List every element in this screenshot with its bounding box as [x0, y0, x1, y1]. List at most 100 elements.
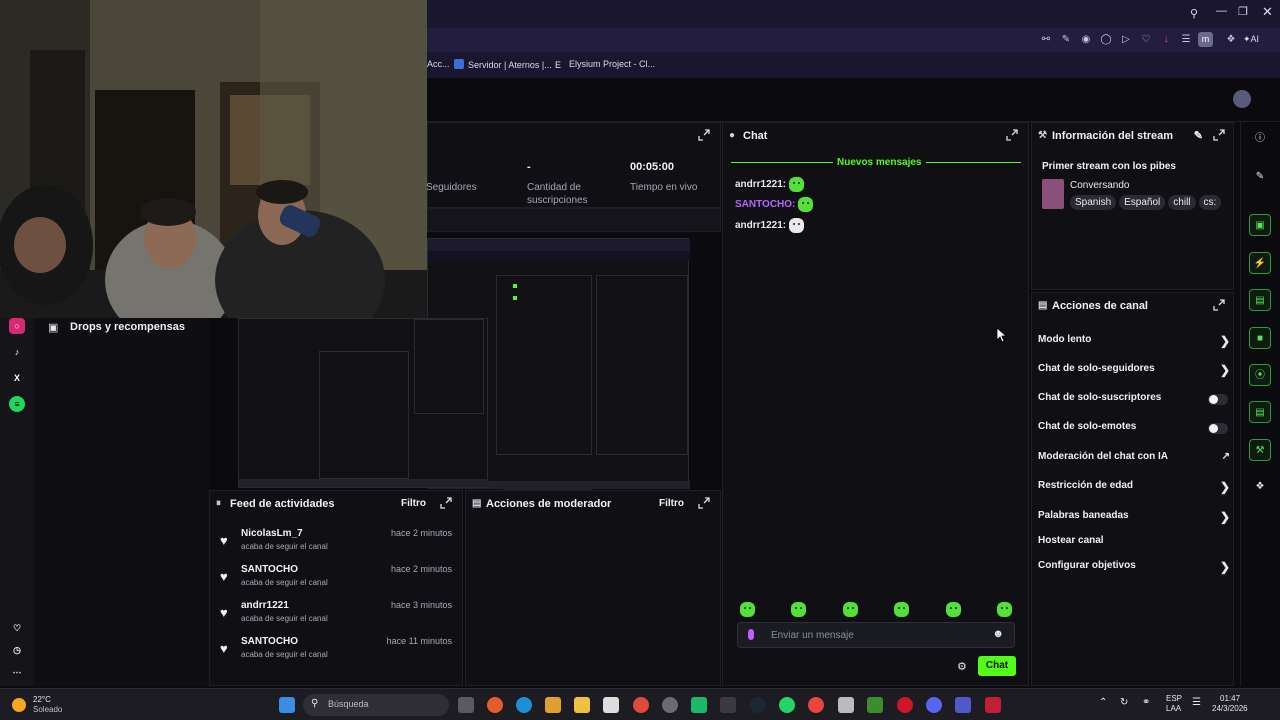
instagram-icon[interactable]: ○: [9, 318, 25, 334]
heart-icon[interactable]: ♡: [9, 620, 25, 636]
chat-username[interactable]: SANTOCHO:: [735, 199, 795, 210]
language-code[interactable]: ESP: [1166, 694, 1182, 703]
teams-icon[interactable]: [955, 697, 971, 713]
broadcast-icon[interactable]: ⦿: [1249, 364, 1271, 386]
chrome-icon[interactable]: [808, 697, 824, 713]
feed-filter-button[interactable]: Filtro: [401, 498, 426, 509]
followers-only-action[interactable]: Chat de solo-seguidores ❯: [1038, 363, 1230, 381]
apps-icon[interactable]: ❖: [1249, 476, 1271, 498]
close-icon[interactable]: ✕: [1262, 4, 1273, 20]
emote-icon[interactable]: [997, 602, 1013, 618]
maximize-icon[interactable]: ❐: [1238, 5, 1248, 18]
feed-user[interactable]: SANTOCHO: [241, 636, 298, 647]
message-icon[interactable]: ■: [1249, 327, 1271, 349]
feed-user[interactable]: NicolasLm_7: [241, 528, 303, 539]
app-icon[interactable]: [985, 697, 1001, 713]
app-icon[interactable]: [720, 697, 736, 713]
screenshot-icon[interactable]: ▣: [1249, 214, 1271, 236]
bookmark-item[interactable]: E Elysium Project - Cl...: [555, 59, 655, 70]
chrome-icon[interactable]: [633, 697, 649, 713]
shield-icon[interactable]: ◯: [1100, 34, 1112, 46]
user-avatar[interactable]: [1233, 90, 1251, 108]
sync-icon[interactable]: ↻: [1120, 697, 1128, 708]
chevron-up-icon[interactable]: ⌃: [1099, 697, 1107, 708]
emote-icon[interactable]: [740, 602, 755, 618]
search-icon[interactable]: ⚲: [1190, 7, 1198, 20]
lightning-icon[interactable]: ⚡: [1249, 252, 1271, 274]
browser-app-icon[interactable]: [487, 697, 503, 713]
emote-icon[interactable]: [894, 602, 910, 618]
layout-icon[interactable]: ▤: [1249, 401, 1271, 423]
edit-icon[interactable]: ✎: [1060, 34, 1072, 46]
ai-moderation-action[interactable]: Moderación del chat con IA ↗: [1038, 451, 1230, 469]
emotes-only-toggle[interactable]: [1208, 423, 1228, 434]
category-name[interactable]: Conversando: [1070, 180, 1129, 191]
edit-icon[interactable]: ✎: [1194, 129, 1203, 142]
store-icon[interactable]: [545, 697, 561, 713]
emoji-icon[interactable]: ☻: [992, 628, 1004, 640]
emote-icon[interactable]: [945, 602, 961, 618]
mod-filter-button[interactable]: Filtro: [659, 498, 684, 509]
extension-icon[interactable]: ❖: [1225, 34, 1237, 46]
task-view-icon[interactable]: [458, 697, 474, 713]
popout-icon[interactable]: [440, 497, 452, 509]
key-icon[interactable]: ⚯: [1040, 34, 1052, 46]
chat-username[interactable]: andrr1221:: [735, 179, 786, 190]
slow-mode-action[interactable]: Modo lento ❯: [1038, 334, 1230, 352]
whatsapp-icon[interactable]: [779, 697, 795, 713]
feed-user[interactable]: SANTOCHO: [241, 564, 298, 575]
ai-button[interactable]: ✦AI: [1243, 34, 1259, 45]
popout-icon[interactable]: [1213, 299, 1225, 311]
emote-icon[interactable]: [842, 602, 858, 618]
popout-icon[interactable]: [698, 497, 710, 509]
spotify-icon[interactable]: ≡: [9, 396, 25, 412]
more-icon[interactable]: ⋯: [9, 664, 25, 680]
opera-icon[interactable]: [897, 697, 913, 713]
play-icon[interactable]: ▷: [1120, 34, 1132, 46]
chat-input[interactable]: Enviar un mensaje ☻: [737, 622, 1015, 648]
popout-icon[interactable]: [1213, 129, 1225, 141]
subscribers-only-toggle[interactable]: [1208, 394, 1228, 405]
clock-icon[interactable]: ◷: [9, 642, 25, 658]
app-icon[interactable]: [662, 697, 678, 713]
popout-icon[interactable]: [698, 129, 710, 141]
pencil-icon[interactable]: ✎: [1249, 166, 1271, 188]
clipboard-icon[interactable]: ▤: [1249, 289, 1271, 311]
menu-icon[interactable]: ☰: [1180, 34, 1192, 46]
popout-icon[interactable]: [1006, 129, 1018, 141]
app-icon[interactable]: [691, 697, 707, 713]
age-restriction-action[interactable]: Restricción de edad ❯: [1038, 480, 1230, 498]
profile-avatar[interactable]: m: [1198, 32, 1213, 47]
info-icon[interactable]: ⓘ: [1249, 128, 1271, 150]
minecraft-icon[interactable]: [867, 697, 883, 713]
edge-icon[interactable]: [516, 697, 532, 713]
configure-goals-action[interactable]: Configurar objetivos ❯: [1038, 560, 1230, 578]
settings-gear-icon[interactable]: ⚙: [957, 660, 967, 673]
mic-icon[interactable]: ⚭: [1142, 697, 1150, 708]
windows-start-icon[interactable]: [279, 697, 295, 713]
steam-icon[interactable]: [750, 697, 766, 713]
folder-icon[interactable]: [574, 697, 590, 713]
banned-words-action[interactable]: Palabras baneadas ❯: [1038, 510, 1230, 528]
discord-icon[interactable]: [926, 697, 942, 713]
bookmark-item[interactable]: Servidor | Aternos |...: [454, 59, 552, 70]
camera-icon[interactable]: ◉: [1080, 34, 1092, 46]
minimize-icon[interactable]: —: [1216, 5, 1227, 17]
host-channel-action[interactable]: Hostear canal: [1038, 535, 1228, 553]
clock-time[interactable]: 01:47: [1220, 694, 1240, 703]
wifi-icon[interactable]: ☰: [1192, 697, 1201, 708]
weather-temp[interactable]: 22°C: [33, 695, 51, 704]
chat-username[interactable]: andrr1221:: [735, 220, 786, 231]
app-icon[interactable]: [603, 697, 619, 713]
download-icon[interactable]: ↓: [1160, 34, 1172, 46]
x-icon[interactable]: X: [9, 370, 25, 386]
send-chat-button[interactable]: Chat: [978, 656, 1016, 676]
mic-icon[interactable]: [748, 629, 754, 640]
wrench-icon[interactable]: ⚒: [1249, 439, 1271, 461]
app-icon[interactable]: [838, 697, 854, 713]
emote-icon[interactable]: [791, 602, 807, 618]
tiktok-icon[interactable]: ♪: [9, 344, 25, 360]
feed-user[interactable]: andrr1221: [241, 600, 289, 611]
drops-label[interactable]: Drops y recompensas: [70, 321, 185, 333]
taskbar-search[interactable]: ⚲ Búsqueda: [303, 694, 449, 716]
